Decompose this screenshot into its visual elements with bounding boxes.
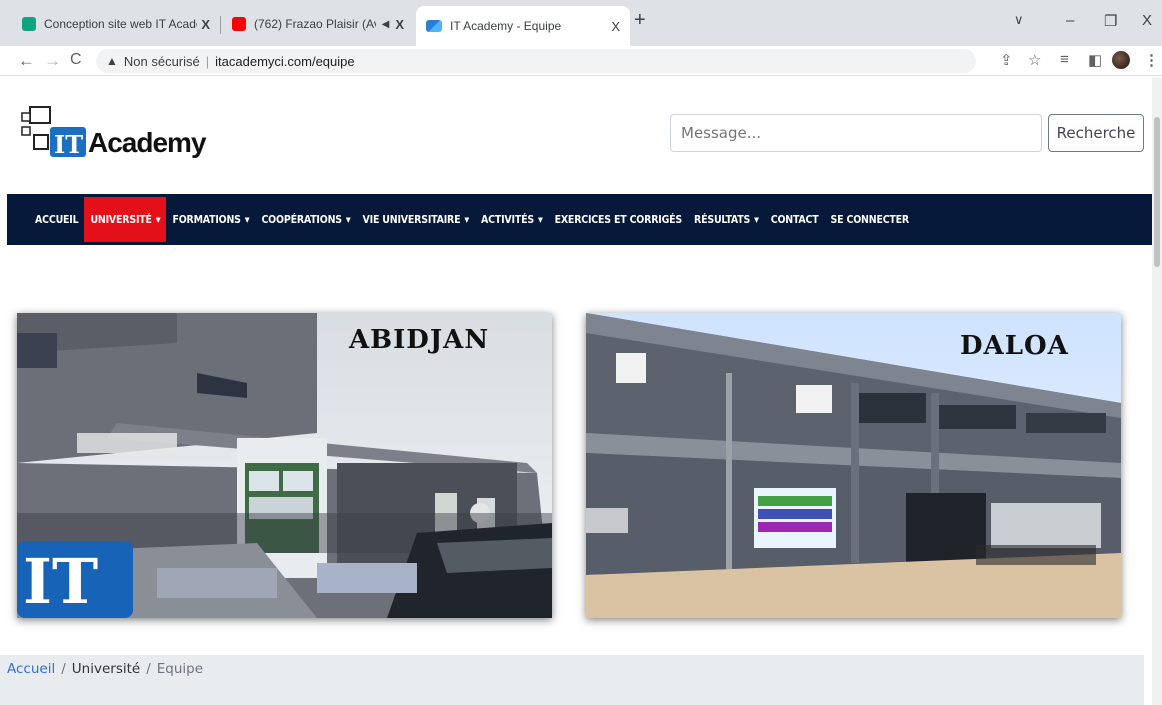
tab-conception[interactable]: Conception site web IT Academy. X <box>12 8 220 40</box>
campus-caption: DALOA <box>960 331 1069 361</box>
tab-title: Conception site web IT Academy. <box>44 17 197 31</box>
nav-label: RÉSULTATS <box>694 213 751 226</box>
nav-label: ACTIVITÉS <box>481 213 534 226</box>
tab-it-academy[interactable]: IT Academy - Equipe X <box>416 6 630 46</box>
campus-photo-abidjan: IT ABIDJAN <box>17 313 552 618</box>
svg-text:IT: IT <box>54 130 83 159</box>
nav-universite[interactable]: UNIVERSITÉ ▼ <box>84 197 167 242</box>
search-button[interactable]: Recherche <box>1048 114 1144 152</box>
campus-caption: ABIDJAN <box>349 325 490 355</box>
tab-title: (762) Frazao Plaisir (Aventuri <box>254 17 376 31</box>
tab-title: IT Academy - Equipe <box>450 19 562 33</box>
page-viewport: IT Academy Recherche ACCUEIL UNIVERSITÉ▼… <box>0 77 1152 705</box>
breadcrumb-home-link[interactable]: Accueil <box>7 661 55 677</box>
logo-text: Academy <box>88 127 207 158</box>
campus-photo-daloa: DALOA <box>586 313 1121 618</box>
nav-contact[interactable]: CONTACT <box>765 197 825 242</box>
nav-label: CONTACT <box>770 213 819 226</box>
caret-down-icon: ▼ <box>754 215 759 224</box>
breadcrumb-separator: / <box>61 661 66 677</box>
search-input[interactable] <box>670 114 1042 152</box>
close-window-button[interactable]: X <box>1142 12 1152 29</box>
caret-down-icon: ▼ <box>244 215 250 224</box>
breadcrumb-section: Université <box>71 661 141 677</box>
youtube-icon <box>232 17 246 31</box>
warning-icon: ▲ <box>106 54 118 68</box>
side-panel-icon[interactable]: ◧ <box>1088 51 1102 69</box>
divider: | <box>205 53 210 69</box>
back-icon[interactable]: ← <box>18 51 35 71</box>
profile-avatar[interactable] <box>1112 51 1130 69</box>
scrollbar-thumb[interactable] <box>1154 117 1160 267</box>
url-text: itacademyci.com/equipe <box>215 53 355 69</box>
nav-se-connecter[interactable]: SE CONNECTER <box>825 197 915 242</box>
url-field[interactable]: ▲ Non sécurisé | itacademyci.com/equipe <box>96 49 976 73</box>
reading-list-icon[interactable]: ≡ <box>1060 51 1069 68</box>
tab-youtube[interactable]: (762) Frazao Plaisir (Aventuri ◀︎ X <box>222 8 414 40</box>
nav-activites[interactable]: ACTIVITÉS ▼ <box>475 197 549 242</box>
it-academy-logo[interactable]: IT Academy <box>20 105 207 165</box>
nav-formations[interactable]: FORMATIONS ▼ <box>166 197 255 242</box>
audio-icon[interactable]: ◀︎ <box>382 19 390 30</box>
abidjan-building-image: IT <box>17 313 552 618</box>
chatgpt-icon <box>22 17 36 31</box>
page-scrollbar[interactable] <box>1152 77 1162 705</box>
restore-button[interactable]: ❐ <box>1104 12 1117 30</box>
nav-accueil[interactable]: ACCUEIL <box>29 197 84 242</box>
nav-resultats[interactable]: RÉSULTATS ▼ <box>688 197 765 242</box>
nav-label: UNIVERSITÉ <box>90 213 152 226</box>
address-bar: ← → C ▲ Non sécurisé | itacademyci.com/e… <box>0 46 1162 76</box>
close-tab-icon[interactable]: X <box>395 17 404 32</box>
caret-down-icon: ▼ <box>537 215 543 224</box>
tab-separator <box>220 16 221 34</box>
caret-down-icon: ▼ <box>345 215 351 224</box>
nav-label: VIE UNIVERSITAIRE <box>362 213 461 226</box>
nav-cooperations[interactable]: COOPÉRATIONS ▼ <box>255 197 356 242</box>
menu-icon[interactable]: ⋮ <box>1144 51 1159 69</box>
nav-label: COOPÉRATIONS <box>261 213 342 226</box>
caret-down-icon: ▼ <box>155 215 161 224</box>
new-tab-button[interactable]: + <box>634 9 646 32</box>
bookmark-star-icon[interactable]: ☆ <box>1028 51 1041 69</box>
breadcrumb: Accueil / Université / Equipe <box>0 655 1144 705</box>
minimize-button[interactable]: – <box>1066 12 1074 29</box>
close-tab-icon[interactable]: X <box>201 17 210 32</box>
it-badge-text: IT <box>23 545 98 618</box>
nav-exercices[interactable]: EXERCICES ET CORRIGÉS <box>549 197 688 242</box>
main-nav: ACCUEIL UNIVERSITÉ ▼ FORMATIONS ▼ COOPÉRAT… <box>7 194 1152 245</box>
browser-tab-bar: Conception site web IT Academy. X (762) … <box>0 0 1162 46</box>
close-tab-icon[interactable]: X <box>611 19 620 34</box>
forward-icon[interactable]: → <box>44 51 61 71</box>
nav-label: ACCUEIL <box>35 213 79 226</box>
breadcrumb-separator: / <box>146 661 151 677</box>
share-icon[interactable]: ⇪ <box>1000 51 1013 69</box>
nav-label: SE CONNECTER <box>830 213 910 226</box>
nav-label: FORMATIONS <box>172 213 241 226</box>
reload-icon[interactable]: C <box>70 51 82 69</box>
it-academy-favicon-icon <box>426 20 442 32</box>
tab-search-icon[interactable]: ∨ <box>1014 12 1024 28</box>
nav-vie-universitaire[interactable]: VIE UNIVERSITAIRE ▼ <box>357 197 475 242</box>
security-label: Non sécurisé <box>123 53 200 69</box>
nav-label: EXERCICES ET CORRIGÉS <box>554 213 683 226</box>
breadcrumb-current: Equipe <box>156 661 204 677</box>
caret-down-icon: ▼ <box>464 215 469 224</box>
